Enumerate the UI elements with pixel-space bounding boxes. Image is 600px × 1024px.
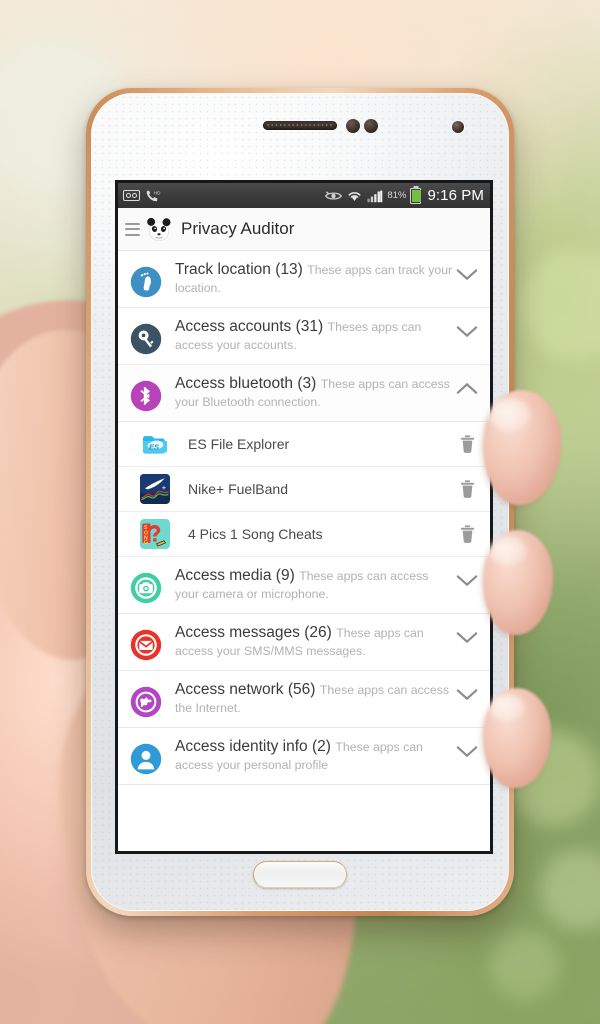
- category-row-access-network[interactable]: Access network (56) These apps can acces…: [118, 671, 490, 728]
- nike-fuelband-icon: +: [140, 474, 170, 504]
- proximity-sensor-icon: [346, 119, 360, 133]
- bokeh-disc: [490, 930, 560, 1000]
- chevron-down-icon[interactable]: [454, 574, 480, 588]
- trash-icon[interactable]: [458, 435, 476, 453]
- phone-screen: HD 81% 9:16 PM Privacy Auditor Track loc…: [115, 180, 493, 854]
- chevron-down-icon[interactable]: [454, 688, 480, 702]
- category-title: Access media (9): [175, 567, 295, 584]
- earpiece-speaker-icon: [263, 121, 337, 130]
- app-name: Nike+ FuelBand: [188, 481, 289, 497]
- person-icon: [130, 743, 162, 775]
- category-text: Track location (13) These apps can track…: [175, 260, 454, 297]
- category-row-access-messages[interactable]: Access messages (26) These apps can acce…: [118, 614, 490, 671]
- category-title: Access messages (26): [175, 624, 332, 641]
- app-row[interactable]: ES ES File Explorer: [118, 422, 490, 467]
- app-row[interactable]: + Nike+ FuelBand: [118, 467, 490, 512]
- app-bar: Privacy Auditor: [118, 208, 490, 251]
- category-row-track-location[interactable]: Track location (13) These apps can track…: [118, 251, 490, 308]
- globe-icon: [130, 686, 162, 718]
- footprint-icon: [130, 266, 162, 298]
- app-name: 4 Pics 1 Song Cheats: [188, 526, 323, 542]
- bluetooth-icon: [130, 380, 162, 412]
- trash-icon[interactable]: [458, 480, 476, 498]
- battery-icon: [410, 187, 422, 204]
- category-row-access-identity-info[interactable]: Access identity info (2) These apps can …: [118, 728, 490, 785]
- chevron-down-icon[interactable]: [454, 325, 480, 339]
- chevron-down-icon[interactable]: [454, 268, 480, 282]
- app-name: ES File Explorer: [188, 436, 290, 452]
- chevron-down-icon[interactable]: [454, 745, 480, 759]
- trash-icon[interactable]: [458, 525, 476, 543]
- camera-icon: [130, 572, 162, 604]
- chevron-down-icon[interactable]: [454, 631, 480, 645]
- four-pics-one-song-icon: S O N G: [140, 519, 170, 549]
- chevron-up-icon[interactable]: [454, 382, 480, 396]
- permission-category-list[interactable]: Track location (13) These apps can track…: [118, 251, 490, 851]
- wifi-icon: [346, 189, 363, 202]
- svg-text:HD: HD: [154, 190, 161, 195]
- category-text: Access identity info (2) These apps can …: [175, 737, 454, 774]
- front-camera-icon: [452, 121, 464, 133]
- category-text: Access messages (26) These apps can acce…: [175, 623, 454, 660]
- light-sensor-icon: [364, 119, 378, 133]
- cellular-signal-icon: [367, 189, 383, 203]
- status-bar-clock: 9:16 PM: [427, 187, 484, 204]
- status-bar-right: 81% 9:16 PM: [325, 187, 484, 204]
- page-title: Privacy Auditor: [181, 219, 295, 238]
- smart-stay-eye-icon: [325, 190, 343, 202]
- category-title: Access network (56): [175, 681, 316, 698]
- phone-device: HD 81% 9:16 PM Privacy Auditor Track loc…: [86, 88, 514, 916]
- category-text: Access bluetooth (3) These apps can acce…: [175, 374, 454, 411]
- home-button[interactable]: [253, 861, 347, 888]
- hamburger-icon[interactable]: [125, 222, 140, 236]
- category-text: Access network (56) These apps can acces…: [175, 680, 454, 717]
- key-icon: [130, 323, 162, 355]
- svg-text:ES: ES: [149, 442, 159, 451]
- category-title: Access accounts (31): [175, 318, 324, 335]
- status-bar-left: HD: [123, 189, 161, 203]
- status-bar: HD 81% 9:16 PM: [118, 183, 490, 208]
- hd-call-icon: HD: [145, 189, 161, 203]
- phone-body: HD 81% 9:16 PM Privacy Auditor Track loc…: [91, 93, 509, 911]
- es-file-explorer-icon: ES: [140, 429, 170, 459]
- category-text: Access media (9) These apps can access y…: [175, 566, 454, 603]
- battery-percent-label: 81%: [387, 190, 407, 201]
- category-row-access-bluetooth[interactable]: Access bluetooth (3) These apps can acce…: [118, 365, 490, 422]
- envelope-icon: [130, 629, 162, 661]
- category-text: Access accounts (31) Theses apps can acc…: [175, 317, 454, 354]
- panda-logo-icon: [144, 214, 174, 244]
- category-title: Access bluetooth (3): [175, 375, 317, 392]
- svg-text:+: +: [162, 483, 167, 492]
- voicemail-icon: [123, 190, 140, 201]
- category-title: Track location (13): [175, 261, 303, 278]
- category-row-access-accounts[interactable]: Access accounts (31) Theses apps can acc…: [118, 308, 490, 365]
- scene-root: HD 81% 9:16 PM Privacy Auditor Track loc…: [0, 0, 600, 1024]
- svg-text:G: G: [144, 540, 148, 546]
- app-row[interactable]: S O N G 4 Pics 1 Song Cheats: [118, 512, 490, 557]
- category-title: Access identity info (2): [175, 738, 331, 755]
- category-row-access-media[interactable]: Access media (9) These apps can access y…: [118, 557, 490, 614]
